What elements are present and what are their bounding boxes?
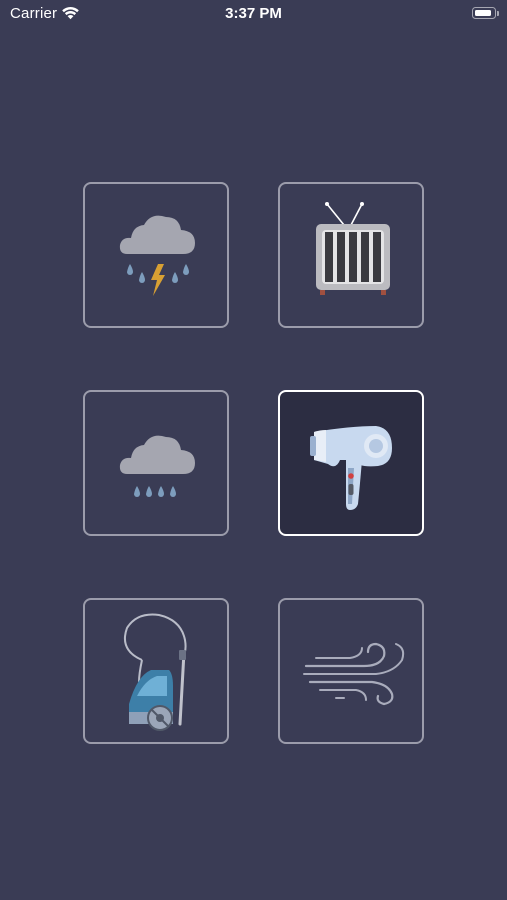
vacuum-cleaner-tile[interactable] [83,598,229,744]
tv-static-icon [316,202,390,295]
vacuum-cleaner-icon [123,613,187,731]
tv-static-tile[interactable] [278,182,424,328]
clock: 3:37 PM [225,5,282,22]
battery-icon [472,7,496,19]
hair-dryer-tile[interactable] [278,390,424,536]
thunderstorm-icon [119,215,195,296]
wind-tile[interactable] [278,598,424,744]
rain-tile[interactable] [83,390,229,536]
status-bar: Carrier 3:37 PM [0,0,507,28]
thunderstorm-tile[interactable] [83,182,229,328]
wind-icon [303,642,405,706]
hair-dryer-icon [310,426,392,510]
rain-icon [119,435,195,497]
battery-nub [497,11,499,16]
battery-level [474,9,491,17]
